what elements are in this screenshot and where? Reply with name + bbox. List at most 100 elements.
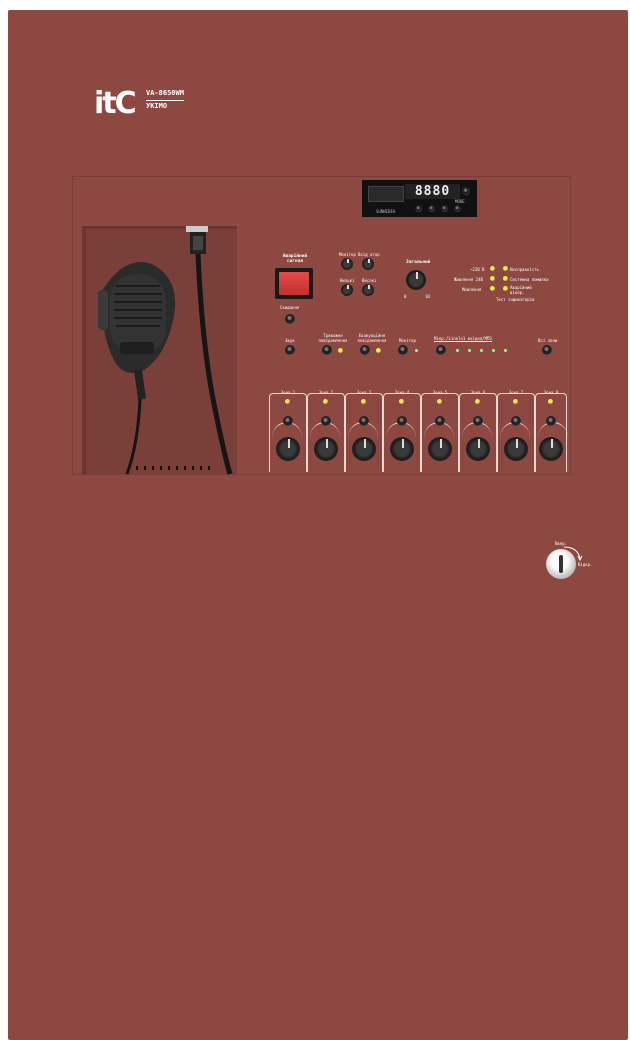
zone-6-volume-knob[interactable] [466, 437, 490, 461]
player-brand: SUNNIDEA [376, 209, 396, 214]
model-label: VA-8650WM УКІМО [146, 88, 184, 112]
vent-slot [176, 466, 178, 470]
zone-label: Зона 3 [356, 390, 372, 395]
zone-6-button[interactable] [473, 416, 483, 426]
scale-min-label: 0 [404, 294, 407, 299]
vent-slot [200, 466, 202, 470]
zone-4-volume-knob[interactable] [390, 437, 414, 461]
player-display: 8880 [405, 184, 460, 199]
zone-3-volume-knob[interactable] [352, 437, 376, 461]
player-prev-button[interactable] [415, 205, 422, 212]
zone-label: Зона 4 [394, 390, 410, 395]
master-label: Загальний [406, 260, 431, 265]
input-volume-knob[interactable] [362, 258, 374, 270]
emergency-button-face [279, 272, 309, 295]
source-led [468, 349, 471, 352]
all-zones-button[interactable] [542, 345, 552, 355]
zone-5-button[interactable] [435, 416, 445, 426]
brand-logo: itC [94, 86, 137, 121]
monitor-label: Монітор [399, 338, 416, 343]
microphone-icon[interactable] [82, 224, 242, 476]
zone-label: Зона 5 [432, 390, 448, 395]
all-zones-label: Всі зони [538, 338, 558, 343]
zone-7-led [513, 399, 518, 404]
zone-7-button[interactable] [511, 416, 521, 426]
source-led [456, 349, 459, 352]
sd-card-slot[interactable] [368, 186, 404, 202]
master-volume-knob[interactable] [406, 270, 426, 290]
emergency-label: Аварійний сигнал [282, 254, 308, 264]
source-select-button[interactable] [436, 345, 446, 355]
low-eq-knob[interactable] [341, 284, 353, 296]
emergency-button[interactable] [275, 268, 313, 299]
zone-label: Зона 7 [508, 390, 524, 395]
zone-7-volume-knob[interactable] [504, 437, 528, 461]
status-fault-label: Несправність [510, 267, 539, 272]
input-knob-label: Вхід атор [358, 252, 380, 257]
zone-8-volume-knob[interactable] [539, 437, 563, 461]
key-lock[interactable] [546, 549, 576, 579]
reset-label: Скидання [280, 305, 300, 310]
evac-label: Евакуаційне повідомлення [357, 333, 387, 343]
zone-1-led [285, 399, 290, 404]
evac-led [376, 348, 381, 353]
alarm-label: Тривожне повідомлення [318, 333, 348, 343]
chime-button[interactable] [285, 345, 295, 355]
zone-5-volume-knob[interactable] [428, 437, 452, 461]
system-error-led [503, 276, 508, 281]
vent-slot [184, 466, 186, 470]
low-eq-label: Низькі [340, 278, 355, 283]
source-led [492, 349, 495, 352]
model-number: VA-8650WM [146, 88, 184, 101]
zone-5-led [437, 399, 442, 404]
monitor-volume-knob[interactable] [341, 258, 353, 270]
high-eq-label: Високі [362, 278, 377, 283]
player-next-button[interactable] [441, 205, 448, 212]
status-broadcast-label: Mовлення [462, 287, 482, 292]
zone-3-led [361, 399, 366, 404]
power-led [490, 266, 495, 271]
player-mode-button[interactable] [454, 205, 461, 212]
zone-8-led [548, 399, 553, 404]
vent-slot [144, 466, 146, 470]
status-24v-label: Живлення 24В [454, 277, 483, 282]
zone-label: Зона 8 [543, 390, 559, 395]
vent-slot [160, 466, 162, 470]
zone-label: Зона 2 [318, 390, 334, 395]
zone-1-volume-knob[interactable] [276, 437, 300, 461]
source-led [504, 349, 507, 352]
led-test-label: Тест індикаторів [496, 297, 535, 302]
player-play-button[interactable] [428, 205, 435, 212]
broadcast-led [490, 286, 495, 291]
fault-led [503, 266, 508, 271]
zone-6-led [475, 399, 480, 404]
vent-slot [192, 466, 194, 470]
source-select-label: Мікр./Lineln1 вхідна/МП3 [434, 336, 492, 342]
monitor-button[interactable] [398, 345, 408, 355]
source-led [480, 349, 483, 352]
zone-2-button[interactable] [321, 416, 331, 426]
vent-slot [136, 466, 138, 470]
vent-slot [208, 466, 210, 470]
alarm-led [338, 348, 343, 353]
chime-label: Звук [285, 338, 295, 343]
alarm-button[interactable] [322, 345, 332, 355]
vent-slot [168, 466, 170, 470]
evac-button[interactable] [360, 345, 370, 355]
zone-2-led [323, 399, 328, 404]
zone-4-button[interactable] [397, 416, 407, 426]
emergency-led [503, 286, 508, 291]
monitor-knob-label: Монітор [339, 252, 356, 257]
zone-4-led [399, 399, 404, 404]
zone-label: Зона 6 [470, 390, 486, 395]
zone-3-button[interactable] [359, 416, 369, 426]
zone-2-volume-knob[interactable] [314, 437, 338, 461]
24v-led [490, 276, 495, 281]
status-emergency-label: Аварійний вікор. [510, 285, 532, 295]
reset-button[interactable] [285, 314, 295, 324]
zone-8-button[interactable] [546, 416, 556, 426]
model-variant: УКІМО [146, 102, 168, 110]
high-eq-knob[interactable] [362, 284, 374, 296]
player-mode-label: MODE [455, 199, 465, 204]
zone-1-button[interactable] [283, 416, 293, 426]
